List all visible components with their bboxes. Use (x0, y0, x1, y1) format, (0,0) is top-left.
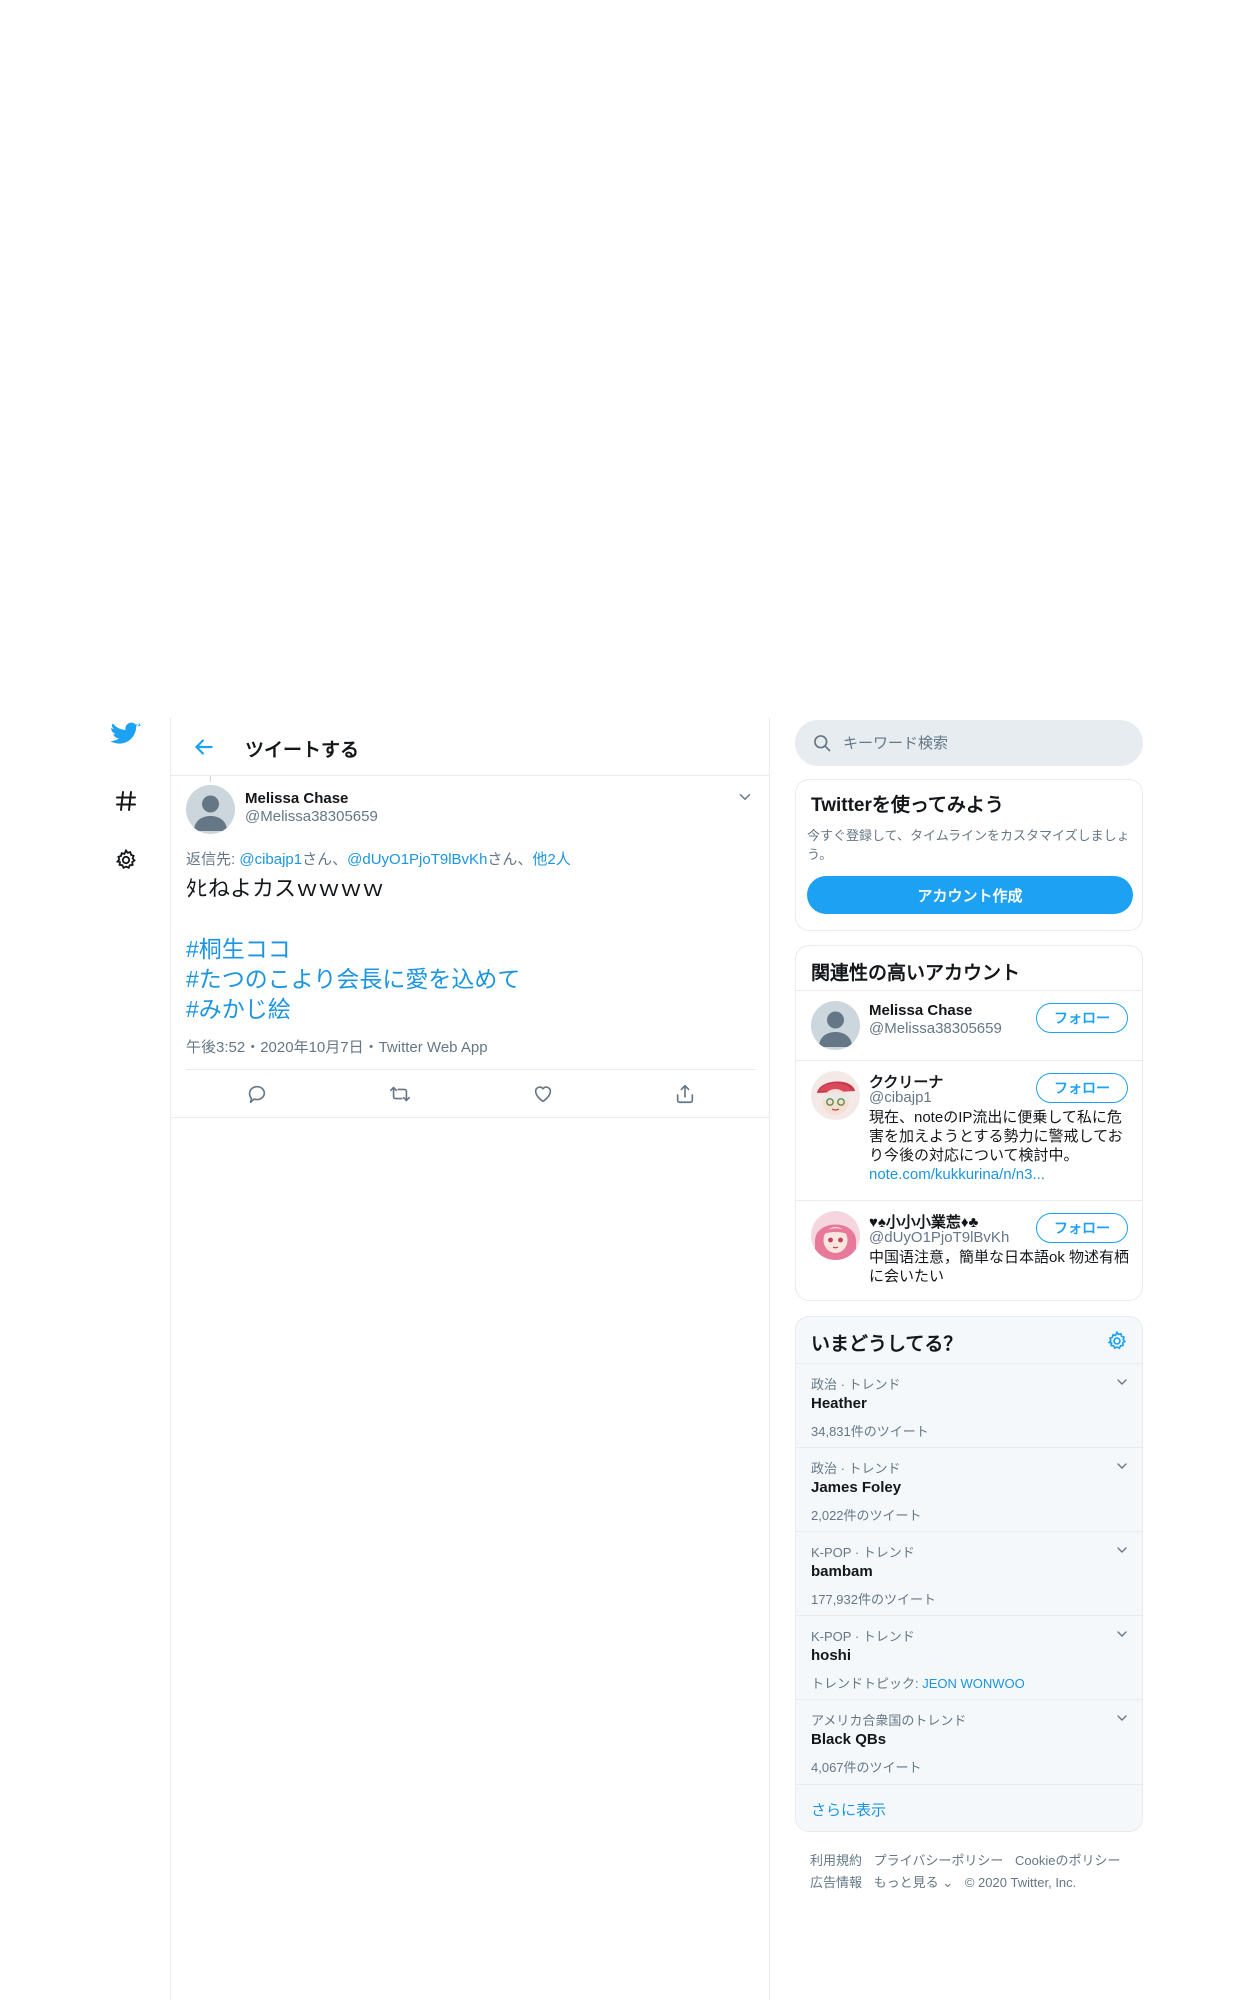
account-bio-link[interactable]: note.com/kukkurina/n/n3... (869, 1166, 1045, 1183)
trend-count: 34,831件のツイート (811, 1424, 929, 1439)
signup-title: Twitterを使ってみよう (811, 795, 1004, 816)
show-more-label: さらに表示 (811, 1802, 887, 1819)
reply-separator: さん、 (302, 851, 348, 868)
account-item[interactable]: Melissa Chase @Melissa38305659 フォロー (796, 991, 1142, 1060)
reply-mention-link[interactable]: @dUyO1PjoT9lBvKh (347, 851, 487, 868)
chevron-down-icon[interactable] (1114, 1710, 1130, 1726)
footer: 利用規約 プライバシーポリシー Cookieのポリシー 広告情報 もっと見る ⌄… (810, 1850, 1130, 1894)
reply-icon[interactable] (245, 1082, 269, 1106)
search-box[interactable] (795, 720, 1143, 766)
account-item[interactable]: ククリーナ @cibajp1 フォロー 現在、noteのIP流出に便乗して私に危… (796, 1061, 1142, 1200)
author-name[interactable]: Melissa Chase (245, 790, 348, 807)
account-handle: @cibajp1 (869, 1089, 932, 1106)
trend-category: 政治 · トレンド (811, 1461, 901, 1476)
trend-item[interactable]: K-POP · トレンド bambam 177,932件のツイート (796, 1531, 1142, 1615)
tweet-hashtags: #桐生ココ #たつのこより会長に愛を込めて #みかじ絵 (186, 934, 520, 1024)
follow-button[interactable]: フォロー (1036, 1003, 1128, 1033)
tweet-meta[interactable]: 午後3:52・2020年10月7日・Twitter Web App (186, 1036, 488, 1057)
reply-others-link[interactable]: 他2人 (532, 851, 570, 868)
hashtag-link[interactable]: #桐生ココ (186, 934, 520, 964)
account-handle: @Melissa38305659 (869, 1020, 1002, 1037)
footer-more-label: もっと見る (873, 1875, 939, 1890)
avatar[interactable] (811, 1211, 860, 1260)
footer-privacy-link[interactable]: プライバシーポリシー (874, 1853, 1004, 1868)
account-bio-text: 現在、noteのIP流出に便乗して私に危害を加えようとする勢力に警戒しており今後… (869, 1109, 1123, 1164)
thread-line (210, 776, 211, 782)
trend-count: 177,932件のツイート (811, 1592, 936, 1607)
gear-icon[interactable] (1106, 1330, 1128, 1352)
related-accounts-card: 関連性の高いアカウント Melissa Chase @Melissa383056… (795, 945, 1143, 1301)
chevron-down-icon: ⌄ (942, 1875, 954, 1890)
share-icon[interactable] (673, 1082, 697, 1106)
trend-category: K-POP · トレンド (811, 1629, 915, 1644)
account-bio: 中国语注意，簡単な日本語ok 物述有栖に会いたい (869, 1249, 1130, 1285)
avatar[interactable] (811, 1071, 860, 1120)
retweet-icon[interactable] (388, 1082, 412, 1106)
twitter-bird-icon[interactable] (109, 718, 143, 752)
footer-cookies-link[interactable]: Cookieのポリシー (1015, 1853, 1120, 1868)
like-heart-icon[interactable] (531, 1082, 555, 1106)
trends-title: いまどうしてる？ (811, 1334, 963, 1355)
search-icon (812, 733, 832, 753)
account-bio: 現在、noteのIP流出に便乗して私に危害を加えようとする勢力に警戒しており今後… (869, 1108, 1131, 1184)
trend-name: Heather (811, 1395, 867, 1412)
trend-topic: トレンドトピック: JEON WONWOO (811, 1673, 1025, 1692)
trend-topic-label: トレンドトピック: (811, 1676, 923, 1691)
chevron-down-icon[interactable] (1114, 1374, 1130, 1390)
trend-name: bambam (811, 1563, 873, 1580)
account-item[interactable]: ♥♠小小小業莣♦♣ @dUyO1PjoT9lBvKh フォロー 中国语注意，簡単… (796, 1201, 1142, 1300)
footer-terms-link[interactable]: 利用規約 (810, 1853, 862, 1868)
chevron-down-icon[interactable] (1114, 1458, 1130, 1474)
account-handle: @dUyO1PjoT9lBvKh (869, 1229, 1010, 1246)
account-name[interactable]: Melissa Chase (869, 1002, 972, 1019)
hashtag-link[interactable]: #みかじ絵 (186, 994, 520, 1024)
reply-to: 返信先: @cibajp1さん、@dUyO1PjoT9lBvKhさん、他2人 (186, 848, 571, 869)
trend-item[interactable]: K-POP · トレンド hoshi トレンドトピック: JEON WONWOO (796, 1615, 1142, 1699)
trend-topic-link[interactable]: JEON WONWOO (922, 1676, 1025, 1691)
footer-ads-link[interactable]: 広告情報 (810, 1875, 862, 1890)
chevron-down-icon[interactable] (1114, 1542, 1130, 1558)
gear-icon[interactable] (109, 843, 143, 877)
hashtag-icon[interactable] (109, 784, 143, 818)
divider (171, 1117, 769, 1118)
chevron-down-icon[interactable] (1114, 1626, 1130, 1642)
footer-more-link[interactable]: もっと見る ⌄ (874, 1875, 954, 1890)
main-column: ツイートする Melissa Chase @Melissa38305659 返信… (170, 718, 770, 2000)
divider (186, 1069, 756, 1070)
reply-separator: さん、 (487, 851, 533, 868)
author-avatar[interactable] (186, 785, 235, 834)
trend-item[interactable]: 政治 · トレンド Heather 34,831件のツイート (796, 1363, 1142, 1447)
chevron-down-icon[interactable] (736, 788, 754, 806)
page-title: ツイートする (245, 740, 360, 761)
trend-item[interactable]: 政治 · トレンド James Foley 2,022件のツイート (796, 1447, 1142, 1531)
reply-mention-link[interactable]: @cibajp1 (239, 851, 302, 868)
trend-category: アメリカ合衆国のトレンド (811, 1713, 967, 1728)
signup-card: Twitterを使ってみよう 今すぐ登録して、タイムラインをカスタマイズしましょ… (795, 779, 1143, 931)
trend-name: Black QBs (811, 1731, 887, 1748)
author-handle[interactable]: @Melissa38305659 (245, 808, 378, 825)
trend-item[interactable]: アメリカ合衆国のトレンド Black QBs 4,067件のツイート (796, 1699, 1142, 1783)
reply-prefix: 返信先: (186, 851, 240, 868)
search-input[interactable] (843, 720, 1123, 766)
signup-description: 今すぐ登録して、タイムラインをカスタマイズしましょう。 (807, 828, 1130, 862)
related-accounts-title: 関連性の高いアカウント (811, 963, 1021, 984)
avatar[interactable] (811, 1001, 860, 1050)
trend-category: 政治 · トレンド (811, 1377, 901, 1392)
main-header: ツイートする (171, 718, 769, 776)
trend-name: James Foley (811, 1479, 902, 1496)
trend-category: K-POP · トレンド (811, 1545, 915, 1560)
trends-card: いまどうしてる？ 政治 · トレンド Heather 34,831件のツイート … (795, 1316, 1143, 1832)
trend-count: 2,022件のツイート (811, 1508, 922, 1523)
show-more-link[interactable]: さらに表示 (796, 1784, 1142, 1831)
hashtag-link[interactable]: #たつのこより会長に愛を込めて (186, 964, 520, 994)
follow-button[interactable]: フォロー (1036, 1213, 1128, 1243)
back-arrow-icon[interactable] (191, 734, 217, 760)
follow-button[interactable]: フォロー (1036, 1073, 1128, 1103)
tweet-text: ﾀﾋねよカスｗｗｗｗ (186, 876, 385, 901)
create-account-button[interactable]: アカウント作成 (807, 876, 1133, 914)
trend-count: 4,067件のツイート (811, 1760, 922, 1775)
footer-copyright: © 2020 Twitter, Inc. (964, 1875, 1077, 1890)
trend-name: hoshi (811, 1647, 851, 1664)
